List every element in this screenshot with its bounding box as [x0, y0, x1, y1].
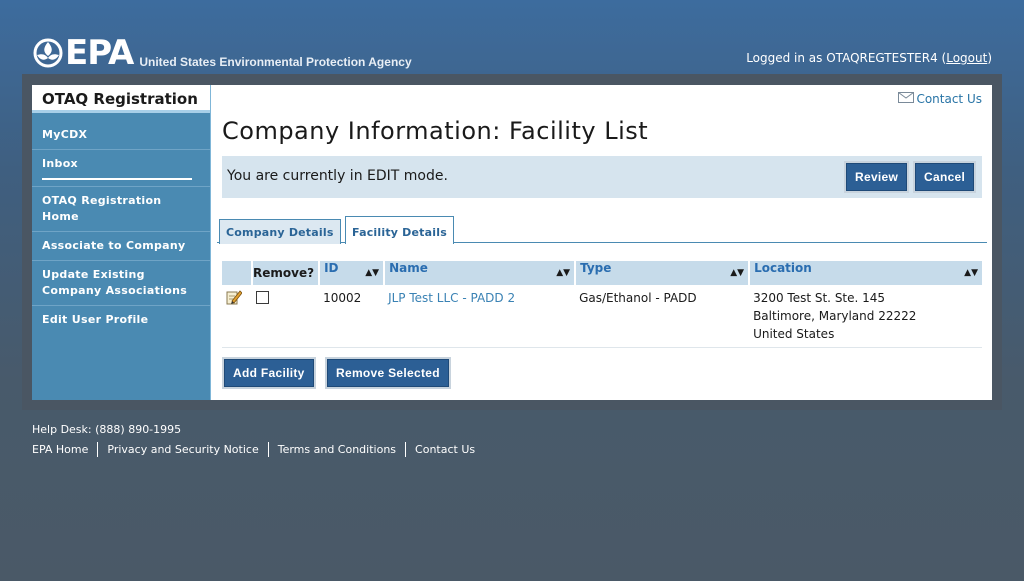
- name-col-header[interactable]: Name ▲▼: [384, 261, 577, 285]
- add-facility-button[interactable]: Add Facility: [222, 357, 316, 389]
- sort-icon[interactable]: ▲▼: [556, 261, 570, 285]
- footer-separator: [97, 442, 99, 457]
- type-cell: Gas/Ethanol - PADD: [575, 285, 750, 348]
- agency-name: United States Environmental Protection A…: [139, 55, 412, 69]
- mail-icon: [898, 92, 915, 106]
- type-header-label: Type: [580, 261, 612, 275]
- edit-pencil-icon[interactable]: [226, 290, 243, 308]
- id-header-label: ID: [324, 261, 339, 275]
- facility-name-link[interactable]: JLP Test LLC - PADD 2: [388, 291, 515, 305]
- name-cell: JLP Test LLC - PADD 2: [384, 285, 576, 348]
- sidebar-title: OTAQ Registration: [32, 85, 210, 113]
- footer-link-privacy[interactable]: Privacy and Security Notice: [107, 443, 258, 456]
- epa-flower-icon: [33, 37, 63, 69]
- facility-table: Remove? ID ▲▼ Name ▲▼ Type ▲▼ Location ▲▼: [222, 261, 982, 348]
- cancel-button[interactable]: Cancel: [913, 161, 977, 193]
- review-button[interactable]: Review: [844, 161, 910, 193]
- sidebar-inbox-group: Inbox: [32, 150, 210, 187]
- footer: Help Desk: (888) 890-1995 EPA Home Priva…: [32, 423, 475, 457]
- footer-links: EPA Home Privacy and Security Notice Ter…: [32, 442, 475, 457]
- sort-icon[interactable]: ▲▼: [730, 261, 744, 285]
- login-suffix: ): [987, 51, 992, 65]
- login-info: Logged in as OTAQREGTESTER4 (Logout): [746, 51, 992, 65]
- sidebar-item-inbox[interactable]: Inbox: [32, 150, 210, 178]
- remove-checkbox[interactable]: [256, 291, 269, 304]
- footer-link-contact-us[interactable]: Contact Us: [415, 443, 475, 456]
- sidebar-item-mycdx[interactable]: MyCDX: [32, 113, 210, 150]
- sidebar: OTAQ Registration MyCDX Inbox OTAQ Regis…: [32, 85, 210, 400]
- login-prefix: Logged in as OTAQREGTESTER4 (: [746, 51, 947, 65]
- main-content: Contact Us Company Information: Facility…: [217, 85, 987, 400]
- edit-mode-text: You are currently in EDIT mode.: [227, 168, 448, 184]
- footer-separator: [267, 442, 269, 457]
- sidebar-item-otaq-registration-home[interactable]: OTAQ Registration Home: [32, 187, 210, 232]
- table-header-row: Remove? ID ▲▼ Name ▲▼ Type ▲▼ Location ▲▼: [222, 261, 982, 285]
- footer-link-epa-home[interactable]: EPA Home: [32, 443, 88, 456]
- location-line-1: 3200 Test St. Ste. 145: [753, 291, 886, 305]
- remove-cell: [252, 285, 320, 348]
- table-row: 10002 JLP Test LLC - PADD 2 Gas/Ethanol …: [222, 285, 982, 348]
- sidebar-item-update-existing-company-associations[interactable]: Update Existing Company Associations: [32, 261, 210, 306]
- remove-col-header: Remove?: [252, 261, 321, 285]
- tab-company-details[interactable]: Company Details: [219, 219, 341, 244]
- footer-link-terms[interactable]: Terms and Conditions: [278, 443, 396, 456]
- contact-us-label: Contact Us: [916, 92, 982, 106]
- location-header-label: Location: [754, 261, 812, 275]
- page-title: Company Information: Facility List: [222, 117, 649, 145]
- epa-logo[interactable]: EPA United States Environmental Protecti…: [33, 33, 412, 73]
- edit-col-header: [222, 261, 253, 285]
- name-header-label: Name: [389, 261, 428, 275]
- location-cell: 3200 Test St. Ste. 145 Baltimore, Maryla…: [749, 285, 982, 348]
- inbox-divider: [42, 178, 192, 180]
- location-col-header[interactable]: Location ▲▼: [749, 261, 982, 285]
- sort-icon[interactable]: ▲▼: [365, 261, 379, 285]
- footer-separator: [405, 442, 407, 457]
- sidebar-item-associate-to-company[interactable]: Associate to Company: [32, 232, 210, 261]
- content-box: OTAQ Registration MyCDX Inbox OTAQ Regis…: [32, 85, 992, 400]
- tab-bar: Company Details Facility Details: [217, 216, 987, 244]
- logout-link[interactable]: Logout: [946, 51, 987, 65]
- main-frame: OTAQ Registration MyCDX Inbox OTAQ Regis…: [22, 74, 1002, 410]
- location-line-3: United States: [753, 327, 835, 341]
- location-line-2: Baltimore, Maryland 22222: [753, 309, 917, 323]
- contact-us-link[interactable]: Contact Us: [898, 92, 982, 106]
- sort-icon[interactable]: ▲▼: [964, 261, 978, 285]
- id-col-header[interactable]: ID ▲▼: [319, 261, 386, 285]
- sidebar-item-edit-user-profile[interactable]: Edit User Profile: [32, 306, 210, 334]
- type-col-header[interactable]: Type ▲▼: [575, 261, 751, 285]
- edit-cell: [222, 285, 252, 348]
- id-cell: 10002: [319, 285, 385, 348]
- helpdesk-text: Help Desk: (888) 890-1995: [32, 423, 182, 436]
- edit-mode-bar: You are currently in EDIT mode. Review C…: [222, 156, 982, 198]
- sidebar-divider: [210, 85, 211, 400]
- logo-letters: EPA: [65, 33, 134, 73]
- remove-selected-button[interactable]: Remove Selected: [325, 357, 451, 389]
- tab-facility-details[interactable]: Facility Details: [345, 216, 454, 244]
